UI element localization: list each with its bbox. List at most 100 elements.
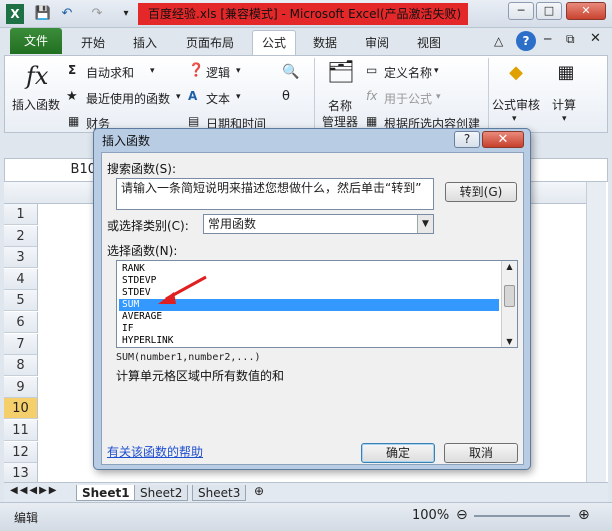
redo-icon[interactable]: ↷	[88, 4, 106, 24]
sheet-tab-3[interactable]: Sheet3	[192, 485, 247, 501]
recent-dropdown-icon[interactable]: ▾	[176, 92, 181, 102]
lookup-icon[interactable]: 🔍	[282, 64, 299, 80]
ok-button[interactable]: 确定	[361, 443, 435, 463]
define-name-dropdown-icon[interactable]: ▾	[434, 66, 439, 76]
calculate-dropdown-icon[interactable]: ▾	[562, 114, 567, 124]
status-mode: 编辑	[14, 511, 39, 525]
zoom-level[interactable]: 100%	[412, 508, 449, 523]
minimize-button[interactable]: ─	[508, 2, 534, 20]
zoom-in-icon[interactable]: ⊕	[578, 507, 590, 523]
annotation-arrow-icon	[158, 275, 207, 304]
star-icon: ★	[66, 89, 78, 104]
tab-view[interactable]: 视图	[408, 32, 450, 54]
sheet-tab-bar: ◀◀◀▶▶ Sheet1 Sheet2 Sheet3 ⊕	[4, 482, 608, 502]
logic-dropdown-icon[interactable]: ▾	[236, 66, 241, 76]
dialog-close-button[interactable]: ✕	[482, 131, 524, 148]
row-header[interactable]: 12	[4, 441, 38, 463]
vertical-scrollbar[interactable]	[586, 182, 606, 482]
formula-audit-button[interactable]: 公式审核	[492, 96, 540, 113]
use-in-formula-icon: fx	[366, 89, 378, 103]
calendar-icon: ▤	[188, 114, 200, 128]
dialog-body: 搜索函数(S): 请输入一条简短说明来描述您想做什么，然后单击“转到” 转到(G…	[101, 152, 524, 465]
excel-logo-icon: X	[6, 4, 24, 24]
function-list-item[interactable]: HYPERLINK	[119, 335, 499, 347]
scroll-up-icon[interactable]: ▲	[503, 262, 516, 271]
insert-function-button[interactable]: 插入函数	[12, 96, 60, 113]
name-box[interactable]: B10	[5, 159, 105, 181]
fx-icon: fx	[26, 62, 49, 90]
doc-minimize-icon[interactable]: ─	[544, 32, 551, 46]
row-header[interactable]: 2	[4, 225, 38, 247]
row-header[interactable]: 10	[4, 398, 38, 420]
category-select[interactable]: 常用函数 ▼	[203, 214, 434, 234]
function-description: 计算单元格区域中所有数值的和	[116, 369, 285, 383]
sheet-tab-1[interactable]: Sheet1	[76, 485, 136, 501]
doc-restore-icon[interactable]: ⧉	[566, 32, 575, 47]
save-icon[interactable]: 💾	[34, 4, 52, 24]
row-header[interactable]: 4	[4, 268, 38, 290]
search-label: 搜索函数(S):	[107, 162, 177, 176]
formula-audit-dropdown-icon[interactable]: ▾	[512, 114, 517, 124]
use-in-formula-button[interactable]: 用于公式	[384, 90, 432, 107]
window-title: 百度经验.xls [兼容模式] - Microsoft Excel(产品激活失败…	[138, 3, 468, 25]
text-button[interactable]: 文本	[206, 90, 230, 107]
cancel-button[interactable]: 取消	[444, 443, 518, 463]
ribbon-collapse-icon[interactable]: △	[494, 34, 503, 48]
tab-review[interactable]: 审阅	[356, 32, 398, 54]
search-input[interactable]: 请输入一条简短说明来描述您想做什么，然后单击“转到”	[116, 178, 434, 210]
maximize-button[interactable]: □	[536, 2, 562, 20]
tab-formulas[interactable]: 公式	[252, 30, 296, 56]
tab-data[interactable]: 数据	[304, 32, 346, 54]
row-header[interactable]: 6	[4, 312, 38, 333]
math-icon[interactable]: θ	[282, 89, 290, 104]
use-in-formula-dropdown-icon[interactable]: ▾	[436, 92, 441, 102]
zoom-slider[interactable]	[474, 515, 570, 517]
define-name-button[interactable]: 定义名称	[384, 64, 432, 81]
chevron-down-icon[interactable]: ▼	[417, 215, 433, 233]
scroll-down-icon[interactable]: ▼	[503, 337, 516, 346]
text-icon: A	[188, 89, 198, 103]
select-function-label: 选择函数(N):	[107, 244, 178, 258]
name-manager-label-1[interactable]: 名称	[328, 97, 352, 114]
tab-page-layout[interactable]: 页面布局	[176, 32, 244, 54]
row-header[interactable]: 5	[4, 290, 38, 312]
tab-insert[interactable]: 插入	[124, 32, 166, 54]
doc-close-icon[interactable]: ✕	[590, 31, 601, 46]
function-help-link[interactable]: 有关该函数的帮助	[107, 443, 203, 460]
row-header[interactable]: 8	[4, 355, 38, 377]
function-list-item[interactable]: IF	[119, 323, 499, 335]
calculate-button[interactable]: 计算	[552, 96, 576, 113]
row-header[interactable]: 3	[4, 247, 38, 269]
insert-sheet-icon[interactable]: ⊕	[254, 484, 264, 498]
row-header[interactable]: 1	[4, 204, 38, 225]
ribbon-separator	[488, 58, 489, 128]
sheet-nav-icon[interactable]: ◀◀◀▶▶	[10, 485, 58, 496]
row-header[interactable]: 9	[4, 376, 38, 398]
row-header[interactable]: 11	[4, 420, 38, 441]
help-icon[interactable]: ?	[516, 31, 536, 51]
row-header[interactable]: 7	[4, 333, 38, 355]
function-list-item[interactable]: AVERAGE	[119, 311, 499, 323]
autosum-dropdown-icon[interactable]: ▾	[150, 66, 155, 76]
goto-button[interactable]: 转到(G)	[445, 182, 517, 202]
recent-functions-button[interactable]: 最近使用的函数	[86, 90, 170, 107]
zoom-out-icon[interactable]: ⊖	[456, 507, 468, 523]
qat-dropdown-icon[interactable]: ▾	[120, 4, 132, 24]
tab-file[interactable]: 文件	[10, 28, 62, 54]
logic-icon: ❓	[188, 63, 205, 78]
text-dropdown-icon[interactable]: ▾	[236, 92, 241, 102]
list-scrollbar[interactable]: ▲ ▼	[501, 261, 517, 347]
define-name-icon: ▭	[366, 63, 378, 77]
finance-icon: ▦	[68, 114, 80, 128]
logic-button[interactable]: 逻辑	[206, 64, 230, 81]
dialog-help-button[interactable]: ?	[454, 131, 480, 148]
tab-home[interactable]: 开始	[72, 32, 114, 54]
autosum-button[interactable]: 自动求和	[86, 64, 134, 81]
undo-icon[interactable]: ↶	[58, 4, 76, 24]
calculator-icon: ▦	[557, 62, 575, 83]
sheet-tab-2[interactable]: Sheet2	[134, 485, 189, 501]
scroll-thumb[interactable]	[504, 285, 515, 307]
formula-audit-icon: ◆	[509, 62, 523, 83]
function-syntax: SUM(number1,number2,...)	[116, 352, 261, 363]
close-button[interactable]: ✕	[566, 2, 606, 20]
